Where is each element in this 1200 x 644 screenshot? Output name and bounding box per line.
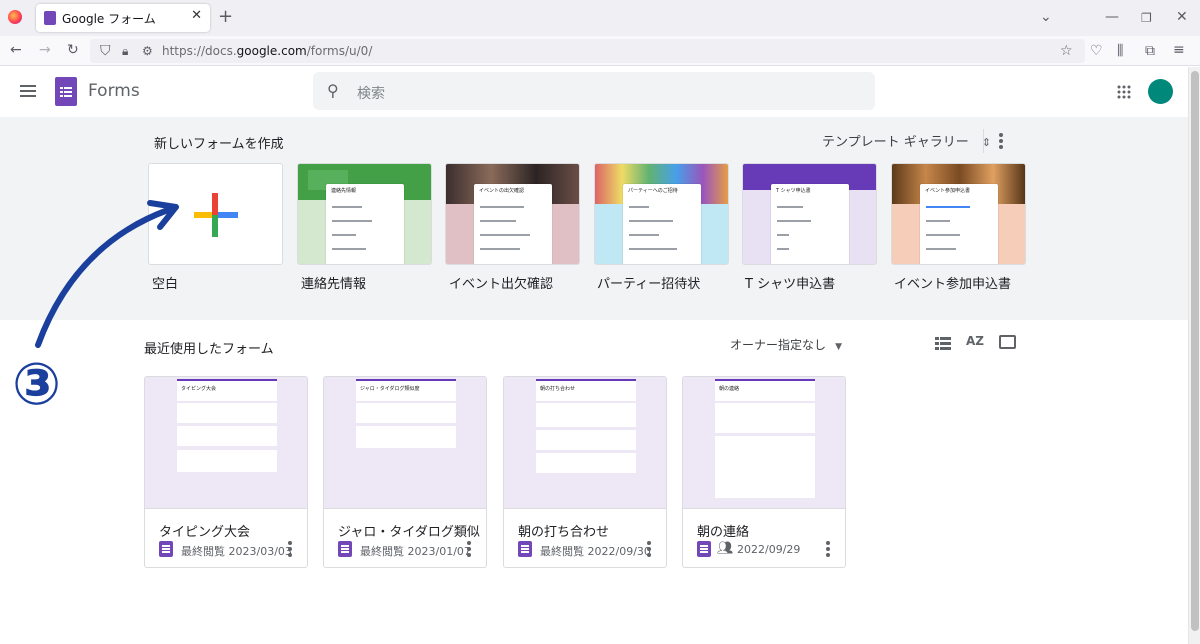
more-options-icon[interactable] (647, 541, 651, 559)
template-label-contact: 連絡先情報 (301, 277, 367, 292)
search-input[interactable]: ⚲ 検索 (313, 72, 875, 110)
template-party-invite[interactable]: パーティーへのご招待 (594, 163, 729, 265)
template-contact-info[interactable]: 連絡先情報 (297, 163, 432, 265)
search-icon[interactable]: ⚲ (327, 81, 339, 100)
shared-people-icon: 👥︎ (717, 541, 734, 556)
more-options-icon[interactable] (826, 541, 830, 559)
form-meta: 最終閲覧 2022/09/30 (518, 541, 658, 559)
template-gallery-button[interactable]: テンプレート ギャラリー ⇕ (822, 131, 991, 151)
recent-form-card[interactable]: ジャロ・タイダログ類似度 ジャロ・タイダログ類似度 最終閲覧 2023/01/0… (323, 376, 487, 568)
form-title: 朝の打ち合わせ (518, 525, 610, 540)
owner-filter-label: オーナー指定なし (730, 338, 827, 352)
restore-icon[interactable]: ❐ (1141, 10, 1152, 26)
template-form-title: イベントの出欠確認 (479, 188, 525, 194)
extensions-icon[interactable]: ⧉ (1145, 43, 1155, 59)
template-event-rsvp[interactable]: イベントの出欠確認 (445, 163, 580, 265)
template-label-rsvp: イベント出欠確認 (449, 277, 554, 292)
tab-list-chevron-icon[interactable]: ⌄ (1040, 9, 1052, 25)
google-apps-icon[interactable] (1117, 84, 1131, 99)
folder-icon[interactable] (999, 335, 1016, 349)
template-event-registration[interactable]: イベント参加申込書 (891, 163, 1026, 265)
close-window-icon[interactable]: ✕ (1176, 9, 1188, 25)
scrollbar-thumb[interactable] (1191, 71, 1199, 631)
form-title: タイピング大会 (159, 525, 251, 540)
scrollbar[interactable] (1188, 67, 1200, 644)
search-placeholder: 検索 (357, 86, 385, 102)
forms-doc-icon (518, 541, 532, 557)
divider (983, 129, 984, 153)
library-icon[interactable]: ⫼ (1117, 43, 1123, 59)
annotation-step-label: ③ (12, 350, 62, 418)
dropdown-arrow-icon: ▼ (835, 342, 843, 352)
recent-form-card[interactable]: 朝の打ち合わせ 朝の打ち合わせ 最終閲覧 2022/09/30 (503, 376, 667, 568)
more-options-icon[interactable] (467, 541, 471, 559)
template-form-title: イベント参加申込書 (925, 188, 971, 194)
form-title: 朝の連絡 (697, 525, 750, 540)
last-viewed-date: 最終閲覧 2023/03/03 (181, 545, 292, 558)
last-viewed-date: 最終閲覧 2023/01/07 (360, 545, 471, 558)
thumb-title: 朝の連絡 (719, 386, 740, 392)
more-options-icon[interactable] (288, 541, 292, 559)
app-menu-icon[interactable]: ≡ (1173, 42, 1185, 58)
minimize-icon[interactable]: — (1105, 9, 1119, 25)
template-label-registration: イベント参加申込書 (894, 277, 1012, 292)
template-tshirt-order[interactable]: T シャツ申込書 (742, 163, 877, 265)
form-meta: 👥︎ 2022/09/29 (697, 541, 837, 559)
recent-form-card[interactable]: 朝の連絡 朝の連絡 👥︎ 2022/09/29 (682, 376, 846, 568)
template-form-title: パーティーへのご招待 (628, 188, 678, 194)
template-gallery-label: テンプレート ギャラリー (822, 135, 969, 150)
forms-doc-icon (159, 541, 173, 557)
avatar[interactable] (1148, 79, 1173, 104)
thumb-title: 朝の打ち合わせ (540, 386, 576, 392)
last-viewed-date: 最終閲覧 2022/09/30 (540, 545, 651, 558)
template-label-party: パーティー招待状 (597, 277, 701, 292)
forms-doc-icon (338, 541, 352, 557)
form-meta: 最終閲覧 2023/01/07 (338, 541, 478, 559)
bookmark-star-icon[interactable]: ☆ (1060, 43, 1073, 59)
form-thumbnail: ジャロ・タイダログ類似度 (324, 377, 486, 509)
form-meta: 最終閲覧 2023/03/03 (159, 541, 299, 559)
last-viewed-date: 2022/09/29 (737, 543, 801, 556)
sort-az-icon[interactable]: AZ (966, 334, 984, 348)
list-view-icon[interactable] (935, 335, 951, 350)
pocket-icon[interactable]: ♡ (1090, 43, 1103, 59)
thumb-title: ジャロ・タイダログ類似度 (360, 386, 420, 392)
template-form-title: T シャツ申込書 (776, 188, 811, 194)
owner-filter-dropdown[interactable]: オーナー指定なし ▼ (730, 334, 842, 353)
form-thumbnail: 朝の打ち合わせ (504, 377, 666, 509)
form-thumbnail: 朝の連絡 (683, 377, 845, 509)
forms-doc-icon (697, 541, 711, 557)
template-label-tshirt: T シャツ申込書 (745, 277, 836, 292)
template-more-icon[interactable] (999, 133, 1003, 151)
template-form-title: 連絡先情報 (331, 188, 357, 194)
